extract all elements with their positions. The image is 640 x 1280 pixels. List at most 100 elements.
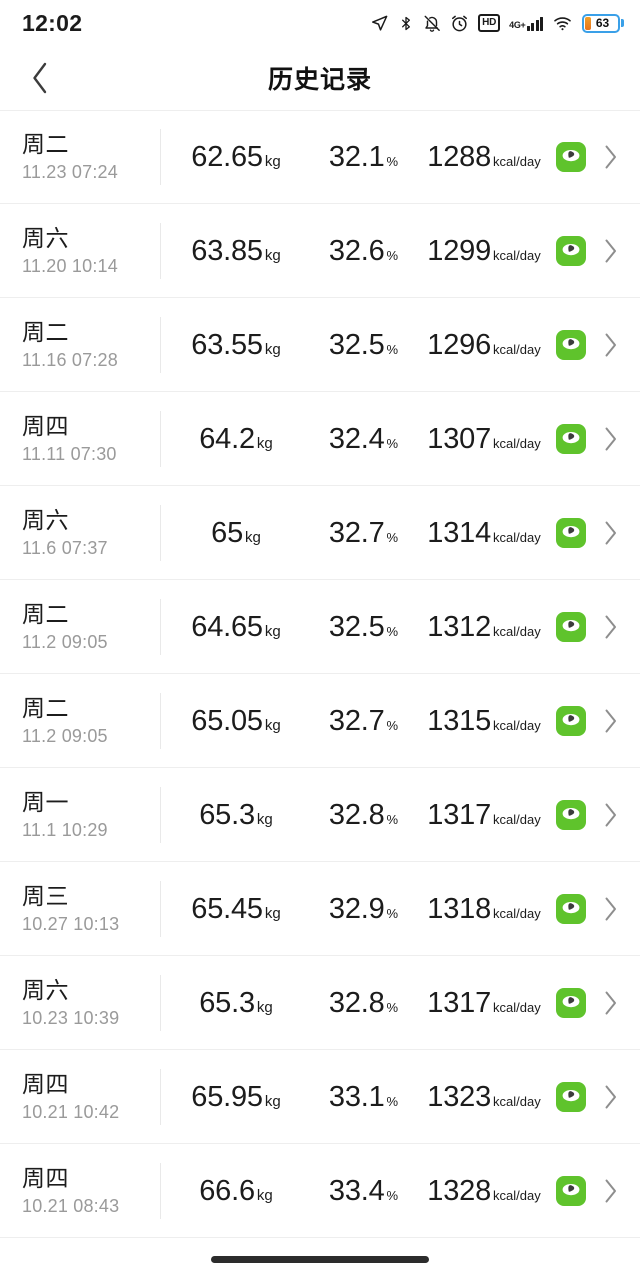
chevron-right-icon[interactable] bbox=[600, 708, 622, 734]
metric-bmr: 1315 kcal/day bbox=[416, 705, 556, 738]
fat-value: 33.4 bbox=[328, 1174, 385, 1207]
weight-unit: kg bbox=[264, 246, 281, 264]
table-row[interactable]: 周六 11.20 10:14 63.85 kg 32.6 % 1299 kcal… bbox=[0, 204, 640, 298]
table-row[interactable]: 周六 11.6 07:37 65 kg 32.7 % 1314 kcal/day bbox=[0, 486, 640, 580]
back-button[interactable] bbox=[14, 52, 66, 104]
fat-value: 32.4 bbox=[328, 422, 385, 455]
kcal-unit: kcal/day bbox=[493, 435, 541, 451]
weight-scale-icon bbox=[556, 988, 586, 1018]
metric-body-fat: 32.5 % bbox=[311, 329, 416, 362]
metric-body-fat: 32.8 % bbox=[311, 799, 416, 832]
mute-bell-icon bbox=[423, 14, 441, 33]
kcal-value: 1317 bbox=[427, 798, 491, 831]
metric-weight: 65.3 kg bbox=[161, 987, 311, 1020]
weight-value: 65.45 bbox=[191, 892, 263, 925]
row-tail bbox=[556, 142, 622, 172]
row-weekday: 周二 bbox=[22, 319, 69, 346]
signal-bars bbox=[526, 16, 543, 31]
page-title: 历史记录 bbox=[267, 66, 372, 94]
metric-bmr: 1299 kcal/day bbox=[416, 235, 556, 268]
table-row[interactable]: 周二 11.23 07:24 62.65 kg 32.1 % 1288 kcal… bbox=[0, 110, 640, 204]
metric-bmr: 1314 kcal/day bbox=[416, 517, 556, 550]
weight-scale-icon bbox=[556, 236, 586, 266]
chevron-right-icon[interactable] bbox=[600, 614, 622, 640]
scale-glyph bbox=[556, 988, 586, 1018]
scale-glyph bbox=[556, 612, 586, 642]
row-weekday: 周二 bbox=[22, 131, 69, 158]
row-metrics: 64.2 kg 32.4 % 1307 kcal/day bbox=[161, 423, 556, 456]
weight-unit: kg bbox=[264, 340, 281, 358]
table-row[interactable]: 周一 11.1 10:29 65.3 kg 32.8 % 1317 kcal/d… bbox=[0, 768, 640, 862]
fat-unit: % bbox=[386, 999, 399, 1015]
row-tail bbox=[556, 1176, 622, 1206]
fat-value: 32.9 bbox=[328, 892, 385, 925]
fat-value: 32.1 bbox=[328, 140, 385, 173]
chevron-right-icon[interactable] bbox=[600, 990, 622, 1016]
location-icon bbox=[370, 14, 389, 33]
weight-value: 66.6 bbox=[199, 1174, 255, 1207]
row-metrics: 65 kg 32.7 % 1314 kcal/day bbox=[161, 517, 556, 550]
battery-percent-label: 63 bbox=[595, 16, 610, 30]
row-datetime: 10.21 10:42 bbox=[22, 1101, 120, 1122]
table-row[interactable]: 周四 11.11 07:30 64.2 kg 32.4 % 1307 kcal/… bbox=[0, 392, 640, 486]
chevron-right-icon[interactable] bbox=[600, 144, 622, 170]
fat-value: 32.7 bbox=[328, 516, 385, 549]
chevron-left-icon bbox=[33, 62, 47, 94]
metric-body-fat: 32.9 % bbox=[311, 893, 416, 926]
chevron-right-icon[interactable] bbox=[600, 1084, 622, 1110]
scale-glyph bbox=[556, 424, 586, 454]
row-tail bbox=[556, 518, 622, 548]
kcal-value: 1314 bbox=[427, 516, 491, 549]
weight-unit: kg bbox=[264, 1092, 281, 1110]
kcal-value: 1288 bbox=[427, 140, 491, 173]
weight-scale-icon bbox=[556, 612, 586, 642]
weight-scale-icon bbox=[556, 142, 586, 172]
row-metrics: 65.45 kg 32.9 % 1318 kcal/day bbox=[161, 893, 556, 926]
weight-scale-icon bbox=[556, 424, 586, 454]
table-row[interactable]: 周二 11.2 09:05 64.65 kg 32.5 % 1312 kcal/… bbox=[0, 580, 640, 674]
metric-weight: 64.65 kg bbox=[161, 611, 311, 644]
table-row[interactable]: 周二 11.2 09:05 65.05 kg 32.7 % 1315 kcal/… bbox=[0, 674, 640, 768]
chevron-right-icon[interactable] bbox=[600, 802, 622, 828]
chevron-right-icon[interactable] bbox=[600, 520, 622, 546]
fat-unit: % bbox=[386, 811, 399, 827]
chevron-right-icon[interactable] bbox=[600, 238, 622, 264]
weight-unit: kg bbox=[264, 904, 281, 922]
weight-value: 65.05 bbox=[191, 704, 263, 737]
kcal-value: 1328 bbox=[427, 1174, 491, 1207]
table-row[interactable]: 周六 10.23 10:39 65.3 kg 32.8 % 1317 kcal/… bbox=[0, 956, 640, 1050]
table-row[interactable]: 周四 10.21 10:42 65.95 kg 33.1 % 1323 kcal… bbox=[0, 1050, 640, 1144]
scale-glyph bbox=[556, 894, 586, 924]
metric-weight: 64.2 kg bbox=[161, 423, 311, 456]
metric-weight: 65.45 kg bbox=[161, 893, 311, 926]
fat-unit: % bbox=[386, 717, 399, 733]
row-metrics: 65.3 kg 32.8 % 1317 kcal/day bbox=[161, 799, 556, 832]
kcal-unit: kcal/day bbox=[493, 999, 541, 1015]
metric-weight: 66.6 kg bbox=[161, 1175, 311, 1208]
home-indicator[interactable] bbox=[211, 1255, 429, 1263]
table-row[interactable]: 周二 11.16 07:28 63.55 kg 32.5 % 1296 kcal… bbox=[0, 298, 640, 392]
chevron-right-icon[interactable] bbox=[600, 896, 622, 922]
row-date-column: 周三 10.27 10:13 bbox=[22, 884, 160, 933]
table-row[interactable]: 周三 10.27 10:13 65.45 kg 32.9 % 1318 kcal… bbox=[0, 862, 640, 956]
row-metrics: 65.95 kg 33.1 % 1323 kcal/day bbox=[161, 1081, 556, 1114]
row-datetime: 11.23 07:24 bbox=[22, 161, 118, 182]
weight-scale-icon bbox=[556, 518, 586, 548]
alarm-clock-icon bbox=[450, 14, 469, 33]
scale-glyph bbox=[556, 706, 586, 736]
metric-weight: 65.95 kg bbox=[161, 1081, 311, 1114]
row-date-column: 周二 11.23 07:24 bbox=[22, 132, 160, 181]
weight-unit: kg bbox=[256, 1186, 273, 1204]
row-metrics: 62.65 kg 32.1 % 1288 kcal/day bbox=[161, 141, 556, 174]
chevron-right-icon[interactable] bbox=[600, 1178, 622, 1204]
weight-unit: kg bbox=[264, 622, 281, 640]
table-row[interactable]: 周四 10.21 08:43 66.6 kg 33.4 % 1328 kcal/… bbox=[0, 1144, 640, 1238]
phone-screen: 12:02 HD 4G+ 63 历史记录 周二 11.23 07:24 62.6… bbox=[0, 0, 640, 1280]
kcal-unit: kcal/day bbox=[493, 341, 541, 357]
metric-bmr: 1288 kcal/day bbox=[416, 141, 556, 174]
fat-value: 32.8 bbox=[328, 986, 385, 1019]
kcal-value: 1296 bbox=[427, 328, 491, 361]
chevron-right-icon[interactable] bbox=[600, 426, 622, 452]
chevron-right-icon[interactable] bbox=[600, 332, 622, 358]
weight-value: 63.55 bbox=[191, 328, 263, 361]
